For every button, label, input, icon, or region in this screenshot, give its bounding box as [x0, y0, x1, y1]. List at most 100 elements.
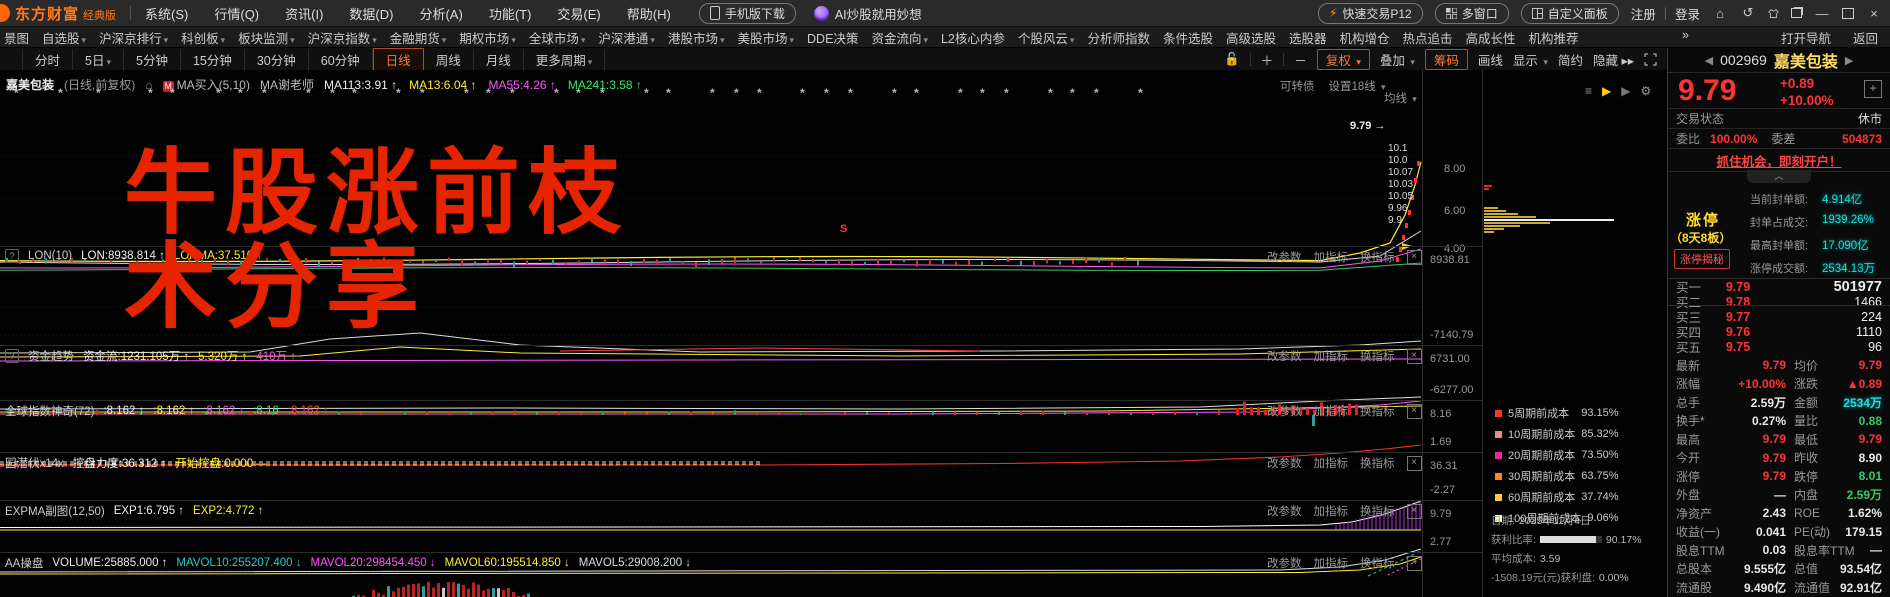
menu-item-4[interactable]: 分析(A) — [419, 4, 462, 23]
limit-up-secret-button[interactable]: 涨停揭秘 — [1674, 249, 1730, 269]
period-tab-60分钟[interactable]: 60分钟 — [309, 49, 373, 70]
change-params-button[interactable]: 改参数 — [1267, 555, 1302, 571]
nav-item-4[interactable]: 板块监测▾ — [238, 28, 295, 47]
login-link[interactable]: 登录 — [1675, 4, 1700, 23]
hide-button[interactable]: 隐藏 ▸▸ — [1593, 50, 1634, 69]
switch-indicator-button[interactable]: 换指标 — [1360, 348, 1395, 364]
add-indicator-button[interactable]: 加指标 — [1314, 503, 1349, 519]
back-button[interactable]: 返回 — [1853, 28, 1878, 47]
add-indicator-button[interactable]: 加指标 — [1314, 249, 1349, 265]
nav-item-18[interactable]: 高级选股 — [1226, 28, 1276, 47]
change-params-button[interactable]: 改参数 — [1267, 403, 1302, 419]
close-pane-icon[interactable]: × — [1407, 404, 1422, 419]
switch-indicator-button[interactable]: 换指标 — [1360, 555, 1395, 571]
nav-item-17[interactable]: 条件选股 — [1163, 28, 1213, 47]
menu-item-7[interactable]: 帮助(H) — [627, 4, 671, 23]
switch-indicator-button[interactable]: 换指标 — [1360, 403, 1395, 419]
maximize-icon[interactable] — [1842, 8, 1854, 19]
menu-item-0[interactable]: 系统(S) — [145, 4, 188, 23]
menu-item-3[interactable]: 数据(D) — [349, 4, 393, 23]
close-pane-icon[interactable]: × — [1407, 504, 1422, 519]
adjust-price-button[interactable]: 复权 ▾ — [1317, 49, 1370, 70]
switch-indicator-button[interactable]: 换指标 — [1360, 503, 1395, 519]
close-pane-icon[interactable]: × — [1407, 556, 1422, 571]
skin-icon[interactable] — [1768, 8, 1779, 19]
set-lines-button[interactable]: 设置18线 ▾ — [1329, 78, 1386, 94]
switch-indicator-button[interactable]: 换指标 — [1360, 455, 1395, 471]
nav-item-12[interactable]: DDE决策 — [807, 28, 858, 47]
custom-panel-button[interactable]: 自定义面板 — [1521, 3, 1619, 24]
change-params-button[interactable]: 改参数 — [1267, 348, 1302, 364]
display-button[interactable]: 显示 ▾ — [1513, 50, 1548, 69]
home-icon[interactable]: ⌂ — [1712, 6, 1728, 21]
quick-trade-button[interactable]: ⚡ 快速交易P12 — [1318, 3, 1423, 24]
nav-item-14[interactable]: L2核心内参 — [941, 28, 1005, 47]
nav-item-6[interactable]: 金融期货▾ — [390, 28, 447, 47]
zoom-in-button[interactable]: ＋ — [1261, 50, 1274, 69]
period-tab-15分钟[interactable]: 15分钟 — [181, 49, 245, 70]
add-to-watchlist-button[interactable]: + — [1864, 80, 1882, 98]
minimize-icon[interactable]: — — [1814, 6, 1830, 21]
change-params-button[interactable]: 改参数 — [1267, 503, 1302, 519]
close-icon[interactable]: × — [1866, 6, 1882, 21]
period-tab-日线[interactable]: 日线 — [373, 48, 424, 71]
nav-item-8[interactable]: 全球市场▾ — [529, 28, 586, 47]
period-tab-周线[interactable]: 周线 — [424, 49, 474, 70]
nav-item-13[interactable]: 资金流向▾ — [871, 28, 928, 47]
nav-item-21[interactable]: 热点追击 — [1403, 28, 1453, 47]
window-switch-icon[interactable] — [1791, 8, 1802, 18]
nav-item-3[interactable]: 科创板▾ — [181, 28, 225, 47]
multi-window-button[interactable]: 多窗口 — [1435, 3, 1509, 24]
menu-item-6[interactable]: 交易(E) — [557, 4, 600, 23]
ma-menu-button[interactable]: 均线 ▾ — [1384, 90, 1417, 106]
overlay-button[interactable]: 叠加 ▾ — [1380, 50, 1415, 69]
fullscreen-icon[interactable] — [1644, 53, 1657, 66]
nav-item-9[interactable]: 沪深港通▾ — [598, 28, 655, 47]
chips-button[interactable]: 筹码 — [1425, 49, 1468, 70]
nav-item-15[interactable]: 个股风云▾ — [1018, 28, 1075, 47]
register-link[interactable]: 注册 — [1631, 4, 1656, 23]
close-pane-icon[interactable]: × — [1407, 456, 1422, 471]
nav-item-19[interactable]: 选股器 — [1289, 28, 1327, 47]
nav-item-20[interactable]: 机构增仓 — [1340, 28, 1390, 47]
open-navigation-button[interactable]: 打开导航 — [1781, 28, 1831, 47]
nav-item-2[interactable]: 沪深京排行▾ — [99, 28, 168, 47]
help-icon[interactable]: ? — [5, 249, 19, 263]
nav-item-7[interactable]: 期权市场▾ — [459, 28, 516, 47]
add-indicator-button[interactable]: 加指标 — [1314, 403, 1349, 419]
nav-more-button[interactable]: » — [1682, 28, 1689, 47]
period-tab-30分钟[interactable]: 30分钟 — [245, 49, 309, 70]
nav-item-22[interactable]: 高成长性 — [1466, 28, 1516, 47]
change-params-button[interactable]: 改参数 — [1267, 249, 1302, 265]
period-tab-5日[interactable]: 5日▾ — [73, 49, 124, 70]
add-indicator-button[interactable]: 加指标 — [1314, 555, 1349, 571]
mobile-download-button[interactable]: 手机版下载 — [699, 3, 796, 24]
draw-line-button[interactable]: 画线 — [1478, 50, 1503, 69]
nav-item-0[interactable]: 景图 — [4, 28, 29, 47]
convertible-bond-link[interactable]: 可转债 — [1280, 78, 1315, 94]
period-tab-更多周期[interactable]: 更多周期▾ — [524, 49, 606, 70]
nav-item-10[interactable]: 港股市场▾ — [668, 28, 725, 47]
menu-item-2[interactable]: 资讯(I) — [285, 4, 323, 23]
undo-icon[interactable]: ↺ — [1740, 5, 1756, 21]
period-tab-月线[interactable]: 月线 — [474, 49, 524, 70]
prev-stock-icon[interactable]: ◀ — [1705, 54, 1713, 67]
nav-item-11[interactable]: 美股市场▾ — [737, 28, 794, 47]
add-indicator-button[interactable]: 加指标 — [1314, 348, 1349, 364]
close-pane-icon[interactable]: × — [1407, 349, 1422, 364]
change-params-button[interactable]: 改参数 — [1267, 455, 1302, 471]
collapse-tab[interactable]: ︿ — [1747, 170, 1811, 183]
ai-promo-button[interactable]: AI炒股就用妙想 — [814, 4, 922, 23]
period-tab-5分钟[interactable]: 5分钟 — [124, 49, 181, 70]
help-icon[interactable]: ? — [5, 349, 19, 363]
open-account-link[interactable]: 抓住机会，即刻开户！ — [1668, 148, 1890, 172]
add-indicator-button[interactable]: 加指标 — [1314, 455, 1349, 471]
zoom-out-button[interactable]: － — [1294, 50, 1307, 69]
close-pane-icon[interactable]: × — [1407, 250, 1422, 265]
nav-item-16[interactable]: 分析师指数 — [1087, 28, 1150, 47]
simple-mode-button[interactable]: 简约 — [1558, 50, 1583, 69]
lock-icon[interactable]: 🔓 — [1224, 52, 1240, 67]
nav-item-1[interactable]: 自选股▾ — [42, 28, 86, 47]
nav-item-5[interactable]: 沪深京指数▾ — [308, 28, 377, 47]
nav-item-23[interactable]: 机构推荐 — [1529, 28, 1579, 47]
